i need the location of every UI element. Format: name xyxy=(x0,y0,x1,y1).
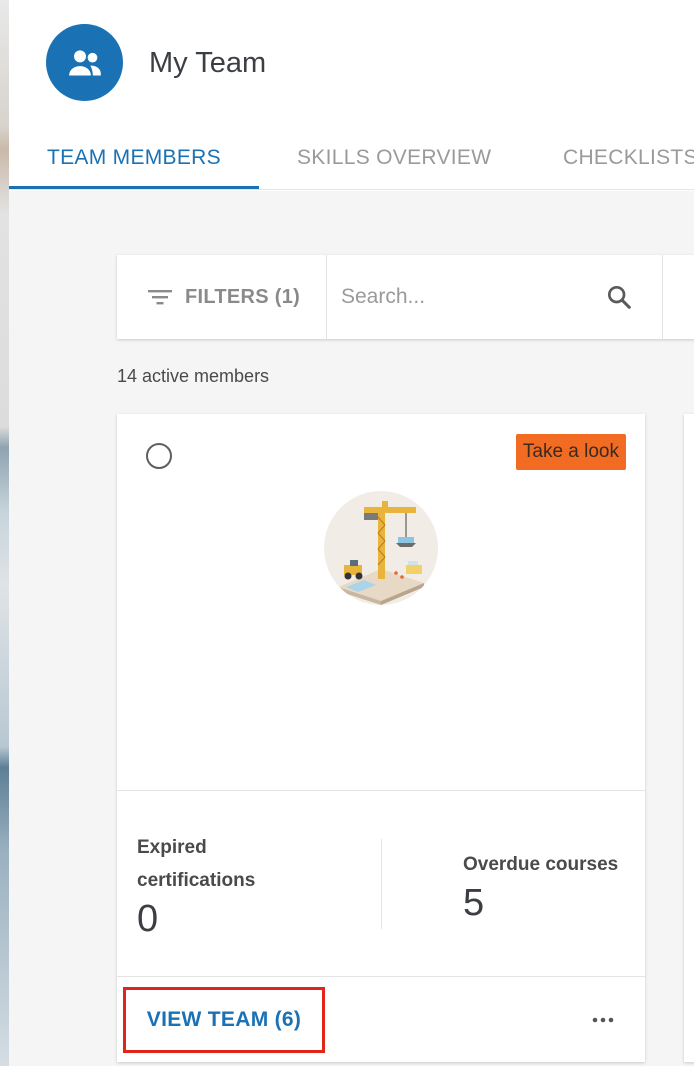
page-title: My Team xyxy=(149,47,267,79)
active-members-count: 14 active members xyxy=(117,366,270,386)
search-input[interactable] xyxy=(339,277,589,317)
stat-label: Overdue courses xyxy=(463,854,619,875)
more-horizontal-icon[interactable] xyxy=(589,1008,617,1032)
my-team-page: My Team TEAM MEMBERS SKILLS OVERVIEW CHE… xyxy=(9,0,694,1066)
tab-bar: TEAM MEMBERS SKILLS OVERVIEW CHECKLISTS xyxy=(9,128,694,190)
people-icon xyxy=(68,49,101,75)
more-dots xyxy=(592,1017,614,1023)
stat-label: Expired certifications xyxy=(137,837,256,891)
filters-button[interactable]: FILTERS (1) xyxy=(117,255,327,339)
card-footer-divider xyxy=(117,976,645,977)
background-window-edge xyxy=(0,0,9,1066)
next-team-card[interactable] xyxy=(684,414,694,1062)
active-tab-indicator xyxy=(9,186,259,189)
view-team-button[interactable]: VIEW TEAM (6) xyxy=(123,987,325,1053)
filter-toolbar: FILTERS (1) xyxy=(117,255,694,339)
team-avatar xyxy=(46,24,123,101)
search-icon[interactable] xyxy=(605,283,633,311)
card-divider xyxy=(117,790,645,791)
stat-expired-certifications: Expired certifications 0 xyxy=(137,831,287,941)
take-a-look-badge[interactable]: Take a look xyxy=(515,434,626,470)
toolbar-divider xyxy=(662,255,663,339)
tab-checklists[interactable]: CHECKLISTS xyxy=(563,128,694,190)
page-header: My Team xyxy=(9,0,694,128)
filters-label: FILTERS (1) xyxy=(185,285,301,308)
construction-crane-illustration xyxy=(324,491,438,605)
stat-divider xyxy=(381,839,382,929)
crane-image xyxy=(338,501,424,605)
filter-icon xyxy=(148,290,172,305)
stat-overdue-courses: Overdue courses 5 xyxy=(463,848,643,925)
stat-value: 5 xyxy=(463,882,485,924)
stat-value: 0 xyxy=(137,898,159,940)
main-content: FILTERS (1) 14 active members Take a loo… xyxy=(9,191,694,1066)
team-card: Take a look Expired certifications 0 Ove… xyxy=(117,414,645,1062)
tab-skills-overview[interactable]: SKILLS OVERVIEW xyxy=(297,128,491,190)
select-radio[interactable] xyxy=(146,443,172,469)
tab-team-members[interactable]: TEAM MEMBERS xyxy=(47,128,221,190)
